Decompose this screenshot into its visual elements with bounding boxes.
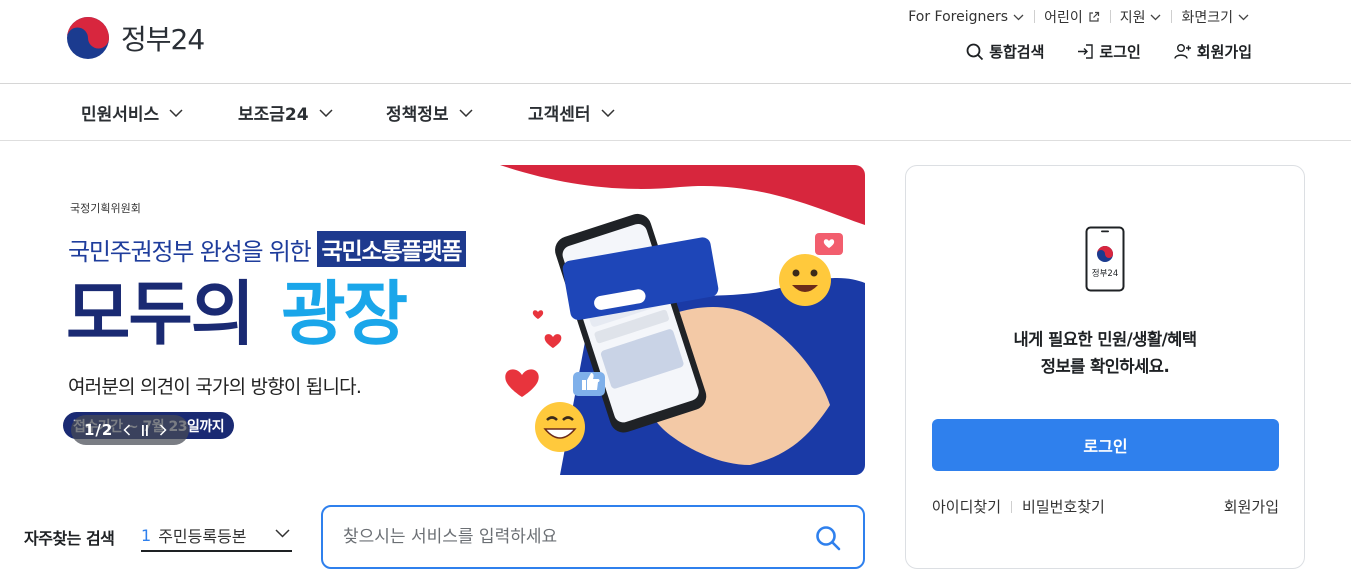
gnb-item-label: 정책정보 xyxy=(386,105,449,125)
chevron-down-icon xyxy=(275,529,290,538)
signup-link[interactable]: 회원가입 xyxy=(1174,41,1252,62)
util-support[interactable]: 지원 xyxy=(1109,7,1172,27)
next-slide-button[interactable] xyxy=(159,424,167,436)
banner-page-count: 1/2 xyxy=(84,421,114,439)
gnb-item-customer-center[interactable]: 고객센터 xyxy=(528,100,615,125)
service-search-box xyxy=(321,505,865,569)
gnb-item-subsidy[interactable]: 보조금24 xyxy=(238,100,333,125)
signup-label: 회원가입 xyxy=(1196,43,1252,61)
search-button[interactable] xyxy=(815,525,841,555)
chevron-down-icon xyxy=(319,108,333,117)
add-user-icon xyxy=(1174,44,1191,59)
search-icon xyxy=(816,526,841,551)
chevron-left-icon xyxy=(123,424,131,436)
gnb-item-label: 보조금24 xyxy=(238,105,309,125)
chevron-down-icon xyxy=(1151,14,1161,20)
chevron-down-icon xyxy=(601,108,615,117)
util-for-foreigners[interactable]: For Foreigners xyxy=(898,9,1034,25)
pause-icon xyxy=(142,424,149,436)
banner-title: 모두의 광장 xyxy=(66,272,408,356)
main-navigation: 민원서비스 보조금24 정책정보 고객센터 xyxy=(0,84,1351,141)
integrated-search-label: 통합검색 xyxy=(989,43,1045,61)
login-icon xyxy=(1078,44,1094,59)
search-input[interactable] xyxy=(343,527,783,547)
util-label: 지원 xyxy=(1119,10,1146,26)
gnb-item-label: 민원서비스 xyxy=(81,105,160,125)
pause-slide-button[interactable] xyxy=(141,424,149,436)
gnb-item-civil-service[interactable]: 민원서비스 xyxy=(81,100,183,125)
prev-slide-button[interactable] xyxy=(123,424,131,436)
login-message-line1: 내게 필요한 민원/생활/혜택 xyxy=(1013,330,1197,349)
util-screen-size[interactable]: 화면크기 xyxy=(1171,7,1259,27)
search-icon xyxy=(966,43,984,60)
frequent-search-select[interactable]: 1 주민등록등본 xyxy=(141,520,292,552)
util-label: For Foreigners xyxy=(908,9,1009,25)
external-link-icon xyxy=(1089,11,1099,22)
login-label: 로그인 xyxy=(1099,43,1141,61)
login-message: 내게 필요한 민원/생활/혜택 정보를 확인하세요. xyxy=(906,326,1304,380)
banner-headline-highlight: 국민소통플랫폼 xyxy=(316,231,467,267)
chevron-down-icon xyxy=(169,108,183,117)
login-link[interactable]: 로그인 xyxy=(1077,41,1141,62)
signup-link-panel[interactable]: 회원가입 xyxy=(1224,496,1279,517)
utility-links: For Foreigners 어린이 지원 화면크기 xyxy=(898,7,1259,27)
chevron-down-icon xyxy=(459,108,473,117)
site-header: 정부24 For Foreigners 어린이 지원 화면크기 통합검색 로그인 xyxy=(0,0,1351,84)
util-label: 화면크기 xyxy=(1181,10,1233,26)
logo[interactable]: 정부24 xyxy=(66,16,205,60)
integrated-search-link[interactable]: 통합검색 xyxy=(966,41,1044,62)
frequent-search-label: 자주찾는 검색 xyxy=(24,529,115,548)
chevron-down-icon xyxy=(1238,14,1249,20)
banner-headline-prefix: 국민주권정부 완성을 위한 xyxy=(68,237,312,266)
banner-title-part2: 광장 xyxy=(281,273,408,355)
find-id-link[interactable]: 아이디찾기 xyxy=(932,496,1001,517)
frequent-search-value: 주민등록등본 xyxy=(158,527,247,546)
mobile-gov24-label: 정부24 xyxy=(1092,268,1118,279)
frequent-search-rank: 1 xyxy=(141,525,152,545)
find-password-link[interactable]: 비밀번호찾기 xyxy=(1022,496,1105,517)
util-label: 어린이 xyxy=(1044,10,1083,26)
chevron-right-icon xyxy=(160,424,167,436)
login-helper-links: 아이디찾기 비밀번호찾기 회원가입 xyxy=(932,496,1279,517)
mobile-gov24-icon: 정부24 xyxy=(1085,226,1125,292)
banner-title-part1: 모두의 xyxy=(66,273,255,355)
gnb-item-label: 고객센터 xyxy=(528,105,591,125)
login-panel: 정부24 내게 필요한 민원/생활/혜택 정보를 확인하세요. 로그인 아이디찾… xyxy=(905,165,1305,569)
login-button[interactable]: 로그인 xyxy=(932,419,1279,471)
chevron-down-icon xyxy=(1013,14,1024,20)
banner-headline: 국민주권정부 완성을 위한 국민소통플랫폼 xyxy=(68,231,467,267)
banner-subtitle: 여러분의 의견이 국가의 방향이 됩니다. xyxy=(68,376,362,398)
gnb-item-policy[interactable]: 정책정보 xyxy=(386,100,473,125)
banner-pager: 1/2 xyxy=(71,415,189,445)
logo-text: 정부24 xyxy=(121,23,205,56)
login-message-line2: 정보를 확인하세요. xyxy=(1040,357,1170,376)
util-kids[interactable]: 어린이 xyxy=(1034,7,1110,27)
taegeuk-logo-icon xyxy=(67,17,109,59)
promo-banner[interactable]: 국정기획위원회 국민주권정부 완성을 위한 국민소통플랫폼 모두의 광장 여러분… xyxy=(30,165,865,475)
divider xyxy=(1011,500,1013,513)
account-links: 통합검색 로그인 회원가입 xyxy=(933,41,1252,62)
banner-organization: 국정기획위원회 xyxy=(70,202,141,215)
